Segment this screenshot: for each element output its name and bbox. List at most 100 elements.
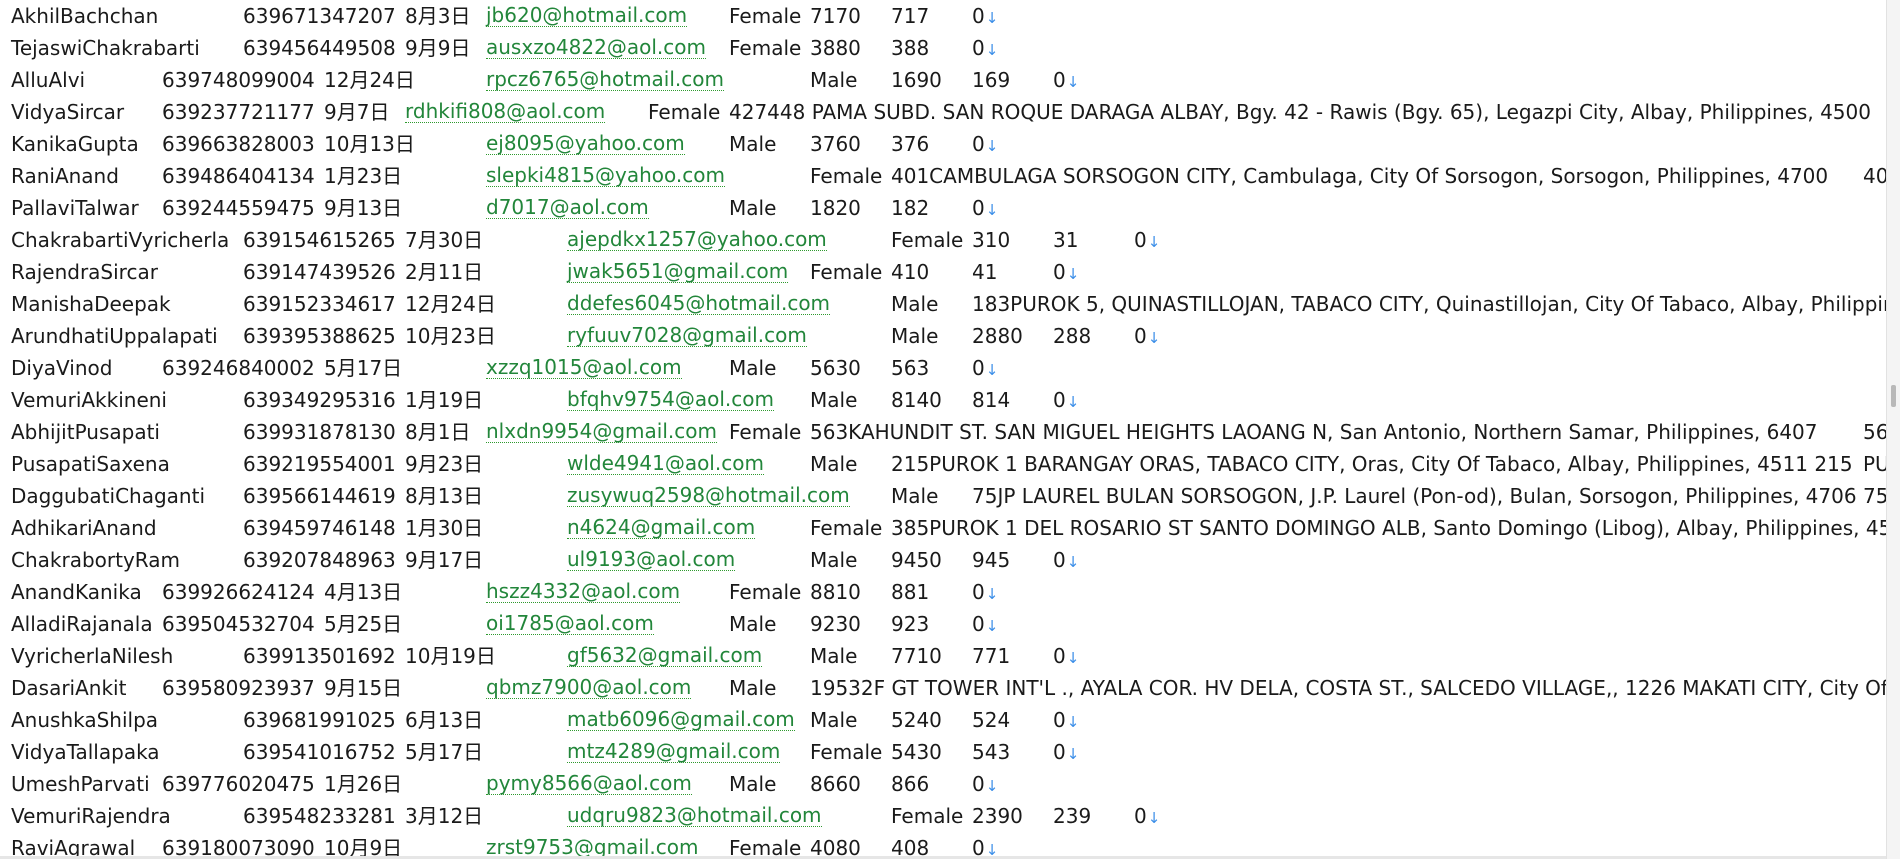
date-cell: 8月3日 bbox=[405, 4, 471, 28]
name-cell: AnandKanika bbox=[11, 580, 142, 604]
scrollbar-thumb[interactable] bbox=[1891, 385, 1896, 407]
table-row: ChakrabartiVyricherla 639154615265 7月30日 aj… bbox=[0, 224, 1887, 256]
table-row: PallaviTalwar 639244559475 9月13日 d7017@aol.… bbox=[0, 192, 1887, 224]
name-cell: AkhilBachchan bbox=[11, 4, 159, 28]
flag-value: 0↓ bbox=[1134, 228, 1161, 252]
value2-cell: 41 bbox=[972, 260, 998, 284]
date-cell: 1月23日 bbox=[324, 164, 403, 188]
email-cell[interactable]: gf5632@gmail.com bbox=[567, 644, 763, 667]
value2-cell: 388 bbox=[891, 36, 930, 60]
phone-cell: 639486404134 bbox=[162, 164, 315, 188]
flag-cell: 0↓ bbox=[972, 36, 998, 62]
flag-cell: 0↓ bbox=[972, 612, 998, 638]
value-cell: 427448 PAMA SUBD. SAN ROQUE DARAGA ALBAY… bbox=[729, 100, 1871, 124]
flag-cell: 0↓ bbox=[1134, 324, 1160, 350]
value-cell: 7710 bbox=[891, 644, 942, 668]
value2-cell: 182 bbox=[891, 196, 930, 220]
flag-cell: 0↓ bbox=[972, 580, 998, 606]
flag-cell: 0↓ bbox=[1053, 388, 1079, 414]
email-cell[interactable]: ryfuuv7028@gmail.com bbox=[567, 324, 807, 347]
email-cell[interactable]: ul9193@aol.com bbox=[567, 548, 736, 571]
value2-cell: 288 bbox=[1053, 324, 1092, 348]
phone-cell: 639246840002 bbox=[162, 356, 315, 380]
flag-value: 0↓ bbox=[972, 36, 999, 60]
vertical-scrollbar[interactable] bbox=[1886, 0, 1900, 859]
table-row: AkhilBachchan 639671347207 8月3日 jb620@hotma… bbox=[0, 0, 1887, 32]
email-cell[interactable]: ausxzo4822@aol.com bbox=[486, 36, 706, 59]
flag-cell: 0↓ bbox=[972, 356, 998, 382]
date-cell: 9月7日 bbox=[324, 100, 390, 124]
flag-value: 0↓ bbox=[972, 580, 999, 604]
email-cell[interactable]: nlxdn9954@gmail.com bbox=[486, 420, 717, 443]
phone-cell: 639541016752 bbox=[243, 740, 396, 764]
down-arrow-icon: ↓ bbox=[985, 585, 999, 603]
name-cell: VemuriAkkineni bbox=[11, 388, 167, 412]
flag-cell: 0↓ bbox=[1053, 708, 1079, 734]
flag-value: 0↓ bbox=[972, 612, 999, 636]
table-row: AnushkaShilpa 639681991025 6月13日 matb6096@g… bbox=[0, 704, 1887, 736]
flag-cell: 0↓ bbox=[972, 132, 998, 158]
name-cell: ChakrabartiVyricherla bbox=[11, 228, 230, 252]
flag-cell: 0↓ bbox=[1053, 644, 1079, 670]
date-cell: 12月24日 bbox=[324, 68, 415, 92]
email-cell[interactable]: bfqhv9754@aol.com bbox=[567, 388, 774, 411]
value-cell: 1690 bbox=[891, 68, 942, 92]
value2-cell: 75 bbox=[1863, 484, 1887, 508]
email-cell[interactable]: rdhkifi808@aol.com bbox=[405, 100, 606, 123]
value-cell: 5430 bbox=[891, 740, 942, 764]
email-cell[interactable]: hszz4332@aol.com bbox=[486, 580, 681, 603]
text-viewport[interactable]: AkhilBachchan 639671347207 8月3日 jb620@hotma… bbox=[0, 0, 1887, 859]
value2-cell: 376 bbox=[891, 132, 930, 156]
email-cell[interactable]: ajepdkx1257@yahoo.com bbox=[567, 228, 827, 251]
table-row: AnandKanika 639926624124 4月13日 hszz4332@aol… bbox=[0, 576, 1887, 608]
value-cell: 1820 bbox=[810, 196, 861, 220]
value2-cell: 563 bbox=[891, 356, 930, 380]
email-cell[interactable]: d7017@aol.com bbox=[486, 196, 649, 219]
email-cell[interactable]: xzzq1015@aol.com bbox=[486, 356, 682, 379]
email-cell[interactable]: n4624@gmail.com bbox=[567, 516, 756, 539]
email-cell[interactable]: ej8095@yahoo.com bbox=[486, 132, 685, 155]
date-cell: 8月1日 bbox=[405, 420, 471, 444]
gender-cell: Female bbox=[648, 100, 721, 124]
value2-cell: 543 bbox=[972, 740, 1011, 764]
table-row: VemuriAkkineni 639349295316 1月19日 bfqhv9754… bbox=[0, 384, 1887, 416]
name-cell: DiyaVinod bbox=[11, 356, 113, 380]
value-cell: 385PUROK 1 DEL ROSARIO ST SANTO DOMINGO … bbox=[891, 516, 1887, 540]
name-cell: RajendraSircar bbox=[11, 260, 158, 284]
email-cell[interactable]: qbmz7900@aol.com bbox=[486, 676, 692, 699]
email-cell[interactable]: wlde4941@aol.com bbox=[567, 452, 764, 475]
table-row: RaniAnand 639486404134 1月23日 slepki4815@yah… bbox=[0, 160, 1887, 192]
gender-cell: Male bbox=[810, 68, 858, 92]
flag-value: 0↓ bbox=[972, 4, 999, 28]
phone-cell: 639154615265 bbox=[243, 228, 396, 252]
flag-cell: 0↓ bbox=[972, 772, 998, 798]
table-row: AbhijitPusapati 639931878130 8月1日 nlxdn9954… bbox=[0, 416, 1887, 448]
name-cell: VidyaSircar bbox=[11, 100, 125, 124]
phone-cell: 639207848963 bbox=[243, 548, 396, 572]
email-cell[interactable]: jb620@hotmail.com bbox=[486, 4, 688, 27]
down-arrow-icon: ↓ bbox=[1066, 265, 1080, 283]
email-cell[interactable]: udqru9823@hotmail.com bbox=[567, 804, 822, 827]
value-cell: 8140 bbox=[891, 388, 942, 412]
email-cell[interactable]: jwak5651@gmail.com bbox=[567, 260, 789, 283]
value-cell: 7170 bbox=[810, 4, 861, 28]
value2-cell: 945 bbox=[972, 548, 1011, 572]
email-cell[interactable]: rpcz6765@hotmail.com bbox=[486, 68, 724, 91]
flag-value: 0↓ bbox=[1134, 324, 1161, 348]
email-cell[interactable]: mtz4289@gmail.com bbox=[567, 740, 781, 763]
email-cell[interactable]: pymy8566@aol.com bbox=[486, 772, 692, 795]
phone-cell: 639459746148 bbox=[243, 516, 396, 540]
down-arrow-icon: ↓ bbox=[985, 137, 999, 155]
email-cell[interactable]: slepki4815@yahoo.com bbox=[486, 164, 725, 187]
email-cell[interactable]: oi1785@aol.com bbox=[486, 612, 654, 635]
value2-cell: 866 bbox=[891, 772, 930, 796]
email-cell[interactable]: matb6096@gmail.com bbox=[567, 708, 795, 731]
email-cell[interactable]: zusywuq2598@hotmail.com bbox=[567, 484, 850, 507]
table-row: ArundhatiUppalapati 639395388625 10月23日 ryf… bbox=[0, 320, 1887, 352]
down-arrow-icon: ↓ bbox=[1066, 393, 1080, 411]
table-row: DiyaVinod 639246840002 5月17日 xzzq1015@aol.c… bbox=[0, 352, 1887, 384]
phone-cell: 639237721177 bbox=[162, 100, 315, 124]
down-arrow-icon: ↓ bbox=[1147, 233, 1161, 251]
date-cell: 9月17日 bbox=[405, 548, 484, 572]
email-cell[interactable]: ddefes6045@hotmail.com bbox=[567, 292, 831, 315]
